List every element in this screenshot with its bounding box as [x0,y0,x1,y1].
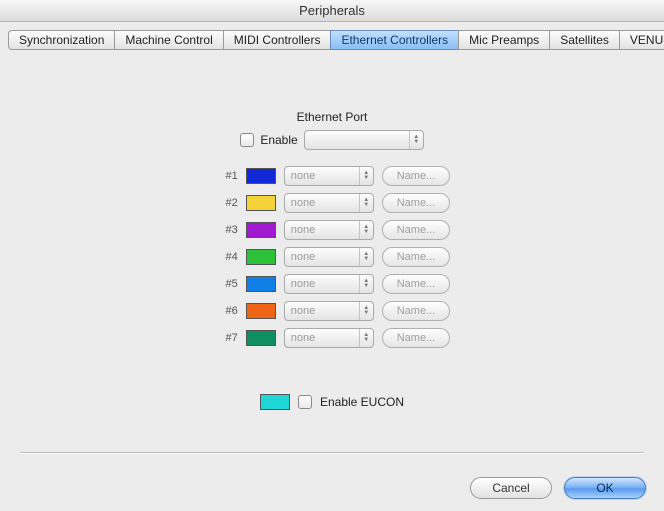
name-button[interactable]: Name... [382,247,451,267]
tab-ethernet-controllers[interactable]: Ethernet Controllers [330,30,458,50]
row-number: #6 [214,305,238,317]
section-title-ethernet-port: Ethernet Port [297,110,368,124]
enable-ethernet-label: Enable [260,133,297,147]
color-swatch[interactable] [246,195,276,211]
row-select-value: none [285,278,359,290]
color-swatch[interactable] [246,276,276,292]
separator [20,452,644,453]
controller-row: #4 none ▲▼ Name... [214,247,451,267]
color-swatch[interactable] [246,168,276,184]
ok-button[interactable]: OK [564,477,646,499]
cancel-button[interactable]: Cancel [470,477,552,499]
controller-row: #2 none ▲▼ Name... [214,193,451,213]
name-button[interactable]: Name... [382,193,451,213]
row-number: #1 [214,170,238,182]
name-button[interactable]: Name... [382,274,451,294]
name-button[interactable]: Name... [382,301,451,321]
row-select-value: none [285,224,359,236]
controller-row: #5 none ▲▼ Name... [214,274,451,294]
controller-row: #6 none ▲▼ Name... [214,301,451,321]
row-select[interactable]: none ▲▼ [284,328,374,348]
color-swatch[interactable] [246,222,276,238]
eucon-color-swatch [260,394,290,410]
row-select-value: none [285,305,359,317]
content-pane: Ethernet Port Enable ▲▼ #1 none ▲▼ Name.… [0,50,664,410]
stepper-icon: ▲▼ [359,221,373,239]
row-select[interactable]: none ▲▼ [284,166,374,186]
dialog-footer: Cancel OK [470,477,646,499]
row-select[interactable]: none ▲▼ [284,193,374,213]
row-number: #4 [214,251,238,263]
controller-row: #1 none ▲▼ Name... [214,166,451,186]
stepper-icon: ▲▼ [359,248,373,266]
enable-eucon-checkbox[interactable] [298,395,312,409]
color-swatch[interactable] [246,330,276,346]
row-select-value: none [285,332,359,344]
tab-midi-controllers[interactable]: MIDI Controllers [223,30,331,50]
stepper-icon: ▲▼ [359,302,373,320]
stepper-icon: ▲▼ [359,194,373,212]
ethernet-port-select[interactable]: ▲▼ [304,130,424,150]
row-select-value: none [285,251,359,263]
stepper-icon: ▲▼ [359,275,373,293]
row-select[interactable]: none ▲▼ [284,220,374,240]
row-number: #7 [214,332,238,344]
tab-synchronization[interactable]: Synchronization [8,30,114,50]
stepper-icon: ▲▼ [409,131,423,149]
window-title: Peripherals [0,0,664,22]
controller-row: #3 none ▲▼ Name... [214,220,451,240]
tab-satellites[interactable]: Satellites [549,30,619,50]
row-select[interactable]: none ▲▼ [284,247,374,267]
color-swatch[interactable] [246,303,276,319]
enable-eucon-row: Enable EUCON [260,394,404,410]
name-button[interactable]: Name... [382,220,451,240]
row-number: #3 [214,224,238,236]
row-select-value: none [285,170,359,182]
tab-mic-preamps[interactable]: Mic Preamps [458,30,549,50]
enable-ethernet-row: Enable ▲▼ [240,130,423,150]
controller-row: #7 none ▲▼ Name... [214,328,451,348]
row-number: #2 [214,197,238,209]
stepper-icon: ▲▼ [359,167,373,185]
enable-eucon-label: Enable EUCON [320,395,404,409]
color-swatch[interactable] [246,249,276,265]
enable-ethernet-checkbox[interactable] [240,133,254,147]
name-button[interactable]: Name... [382,328,451,348]
controller-rows: #1 none ▲▼ Name... #2 none ▲▼ Name... #3… [214,166,451,348]
stepper-icon: ▲▼ [359,329,373,347]
row-select-value: none [285,197,359,209]
row-select[interactable]: none ▲▼ [284,301,374,321]
tab-venue[interactable]: VENUE [619,30,664,50]
row-number: #5 [214,278,238,290]
row-select[interactable]: none ▲▼ [284,274,374,294]
tab-machine-control[interactable]: Machine Control [114,30,222,50]
tab-bar: Synchronization Machine Control MIDI Con… [8,30,656,50]
name-button[interactable]: Name... [382,166,451,186]
